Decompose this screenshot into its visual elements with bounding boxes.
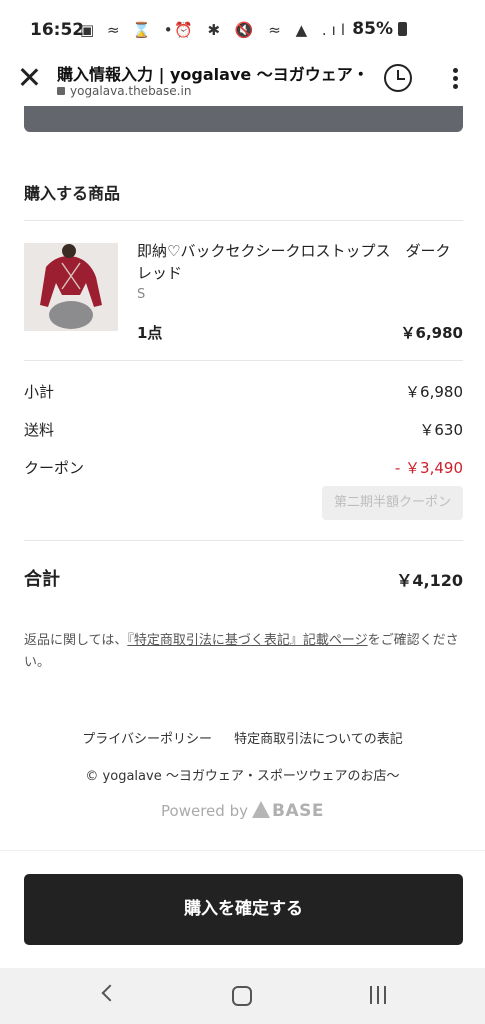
legal-notice-link[interactable]: 『特定商取引法に基づく表記』記載ページ: [127, 633, 367, 648]
divider: [24, 360, 463, 361]
base-logo-icon: [251, 801, 270, 818]
page-title: 購入情報入力 | yogalave 〜ヨガウェア・: [57, 65, 369, 84]
recent-apps-icon[interactable]: [370, 986, 388, 1006]
powered-by-text: Powered by: [161, 802, 248, 820]
legal-link[interactable]: 特定商取引法についての表記: [234, 732, 403, 747]
browser-toolbar: 購入情報入力 | yogalave 〜ヨガウェア・ yogalava.theba…: [0, 56, 485, 106]
footer-links: プライバシーポリシー 特定商取引法についての表記: [0, 728, 485, 747]
status-bar: 16:52 ▣ ≈ ⌛ • ⏰ ✱ 🔇 ≈ ▲ .ıl 85%: [0, 0, 485, 56]
divider: [24, 540, 463, 541]
notification-icons: ▣ ≈ ⌛ •: [80, 21, 177, 39]
total-value: ￥4,120: [396, 571, 463, 590]
confirm-purchase-button[interactable]: 購入を確定する: [24, 874, 463, 945]
divider: [0, 850, 485, 851]
subtotal-value: ￥6,980: [405, 383, 463, 401]
product-variant: S: [137, 287, 146, 302]
base-logo: BASE: [271, 801, 324, 821]
battery-level: 85%: [352, 19, 393, 39]
close-icon[interactable]: [16, 64, 42, 90]
return-notice: 返品に関しては、『特定商取引法に基づく表記』記載ページをご確認ください。: [24, 630, 463, 674]
system-icons: ⏰ ✱ 🔇 ≈ ▲ .ıl: [174, 21, 350, 39]
notice-text: 返品に関しては、: [24, 633, 128, 648]
product-price: ￥6,980: [400, 324, 463, 342]
checkout-page: 購入する商品 即納♡バックセクシークロストップス ダークレッド S 1点 ￥6,…: [0, 106, 485, 968]
previous-button[interactable]: [24, 106, 463, 132]
total-label: 合計: [24, 569, 60, 590]
shipping-value: ￥630: [419, 421, 463, 439]
battery-icon: [398, 22, 407, 36]
copyright: © yogalave 〜ヨガウェア・スポーツウェアのお店〜: [85, 769, 400, 784]
url-text: yogalava.thebase.in: [70, 84, 192, 98]
history-icon[interactable]: [384, 64, 412, 92]
coupon-tag: 第二期半額クーポン: [322, 486, 463, 520]
home-icon[interactable]: [232, 986, 252, 1006]
navigation-bar: [0, 968, 485, 1024]
divider: [24, 220, 463, 221]
more-menu-icon[interactable]: [453, 68, 459, 90]
subtotal-label: 小計: [24, 383, 55, 401]
status-time: 16:52: [30, 20, 85, 40]
shipping-label: 送料: [24, 421, 55, 439]
product-image: [24, 243, 118, 331]
url-bar[interactable]: yogalava.thebase.in: [57, 84, 191, 98]
product-quantity: 1点: [137, 324, 163, 342]
powered-by[interactable]: Powered by BASE: [0, 799, 485, 821]
back-icon[interactable]: [99, 985, 115, 1001]
privacy-policy-link[interactable]: プライバシーポリシー: [82, 732, 212, 747]
section-title: 購入する商品: [24, 184, 121, 203]
coupon-value: - ￥3,490: [394, 459, 463, 477]
coupon-label: クーポン: [24, 459, 85, 477]
lock-icon: [57, 87, 65, 95]
product-name[interactable]: 即納♡バックセクシークロストップス ダークレッド: [137, 240, 463, 284]
